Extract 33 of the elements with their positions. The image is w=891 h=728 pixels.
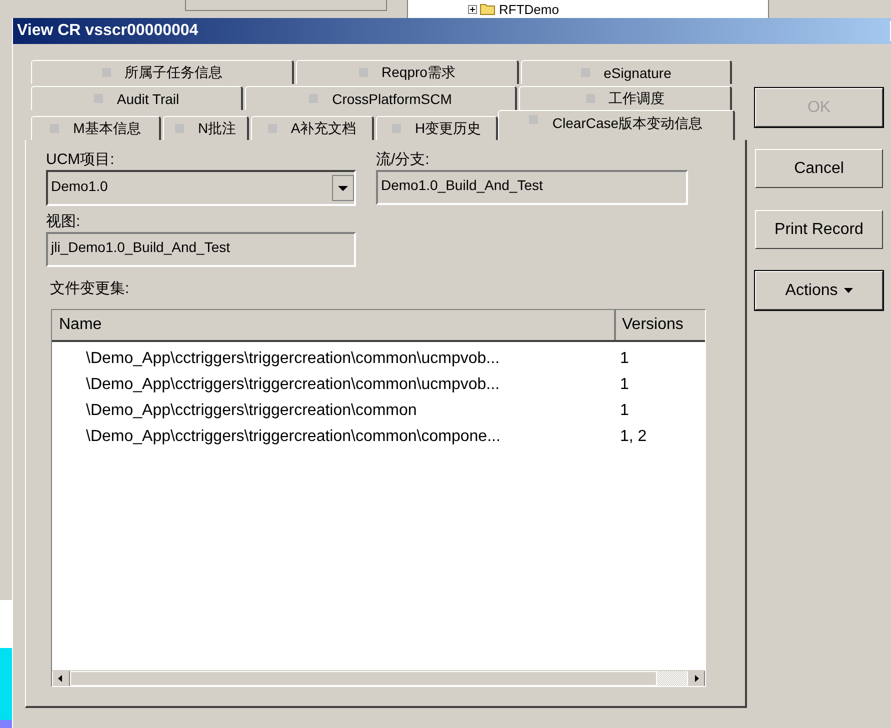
dialog-button[interactable]: Cancel [755,149,883,188]
field-label: UCM项目: [46,150,116,170]
tab[interactable]: Reqpro需求 [296,60,519,84]
file-path[interactable]: \Demo_App\cctriggers\triggercreation\common\compone... [52,428,616,446]
tree-item[interactable]: RFTDemo [499,2,559,16]
tab[interactable]: 工作调度 [519,86,732,110]
stream-field[interactable]: Demo1.0_Build_And_Test [376,170,688,205]
tab[interactable]: eSignature [521,60,732,84]
tab[interactable]: Audit Trail [31,86,243,110]
field-label: 视图: [46,212,82,232]
section-label: 文件变更集: [50,279,130,299]
version-cell-text: 1, 2 [619,428,647,446]
menu-button[interactable]: Actions [755,271,883,310]
file-path[interactable]: \Demo_App\cctriggers\triggercreation\common\ucmpvob... [52,350,616,368]
view-field[interactable]: jli_Demo1.0_Build_And_Test [46,232,356,267]
field-label: 流/分支: [376,150,430,170]
window-title: View CR vsscr00000004 [16,22,198,40]
version-cell-text: 1 [619,376,629,394]
tab[interactable]: ClearCase版本变动信息 [498,110,735,140]
project-dropdown[interactable]: Demo1.0 [46,170,356,206]
column-header[interactable]: Versions [616,310,705,340]
dialog-button[interactable]: Print Record [755,210,883,249]
file-path[interactable]: \Demo_App\cctriggers\triggercreation\common [52,402,616,420]
tab[interactable]: A补充文档 [251,116,374,140]
tab[interactable]: H变更历史 [376,116,498,140]
version-cell-text: 1 [619,402,629,420]
tab[interactable]: N批注 [163,116,249,140]
file-path[interactable]: \Demo_App\cctriggers\triggercreation\common\ucmpvob... [52,376,616,394]
column-header[interactable]: Name [52,310,616,340]
tab[interactable]: 所属子任务信息 [31,60,294,84]
tab[interactable]: CrossPlatformSCM [245,86,517,110]
version-cell-text: 1 [619,350,629,368]
tab[interactable]: M基本信息 [31,116,161,140]
